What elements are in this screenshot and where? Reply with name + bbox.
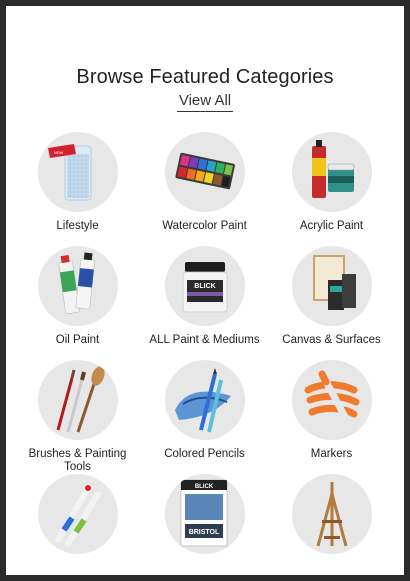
category-markers[interactable]: Markers xyxy=(268,360,395,474)
jar-brand-text: BLICK xyxy=(194,283,215,290)
category-label: Canvas & Surfaces xyxy=(282,334,381,346)
category-label: Watercolor Paint xyxy=(162,220,247,232)
category-watercolor-paint[interactable]: Watercolor Paint xyxy=(141,132,268,246)
pad-brand-text: BLICK xyxy=(194,484,213,490)
category-label: Markers xyxy=(310,448,353,460)
category-label: Colored Pencils xyxy=(164,448,245,460)
paintbrushes-icon xyxy=(37,360,118,440)
svg-text:NEW: NEW xyxy=(54,150,64,155)
category-colored-pencils[interactable]: Colored Pencils xyxy=(141,360,268,474)
category-label: Acrylic Paint xyxy=(299,220,364,232)
colored-pencils-icon xyxy=(164,360,245,440)
markers-set-icon xyxy=(37,474,118,554)
easel-icon xyxy=(291,474,372,554)
pad-title-text: BRISTOL xyxy=(188,529,219,536)
category-brushes-painting-tools[interactable]: Brushes & Painting Tools xyxy=(14,360,141,474)
featured-categories-panel: Browse Featured Categories View All NEW xyxy=(6,6,404,575)
marker-icon xyxy=(291,360,372,440)
category-grid: NEW Lifestyle Watercolor Paint Acrylic P… xyxy=(6,132,404,575)
oil-paint-tubes-icon xyxy=(37,246,118,326)
bristol-pad-icon: BLICK BRISTOL xyxy=(164,474,245,554)
category-bristol-pad[interactable]: BLICK BRISTOL xyxy=(141,474,268,575)
canvas-panels-icon xyxy=(291,246,372,326)
category-canvas-surfaces[interactable]: Canvas & Surfaces xyxy=(268,246,395,360)
category-markers-set[interactable] xyxy=(14,474,141,575)
section-title: Browse Featured Categories xyxy=(76,66,334,88)
category-lifestyle[interactable]: NEW Lifestyle xyxy=(14,132,141,246)
category-all-paint-mediums[interactable]: BLICK ALL Paint & Mediums xyxy=(141,246,268,360)
category-label: Oil Paint xyxy=(55,334,100,346)
view-all-link[interactable]: View All xyxy=(177,92,233,112)
category-easel[interactable] xyxy=(268,474,395,575)
watercolor-palette-icon xyxy=(164,132,245,212)
candle-icon: NEW xyxy=(37,132,118,212)
category-acrylic-paint[interactable]: Acrylic Paint xyxy=(268,132,395,246)
acrylic-paint-icon xyxy=(291,132,372,212)
category-label: Brushes & Painting Tools xyxy=(28,448,127,473)
category-label: ALL Paint & Mediums xyxy=(149,334,260,346)
category-label: Lifestyle xyxy=(56,220,99,232)
category-oil-paint[interactable]: Oil Paint xyxy=(14,246,141,360)
paint-jar-icon: BLICK xyxy=(164,246,245,326)
